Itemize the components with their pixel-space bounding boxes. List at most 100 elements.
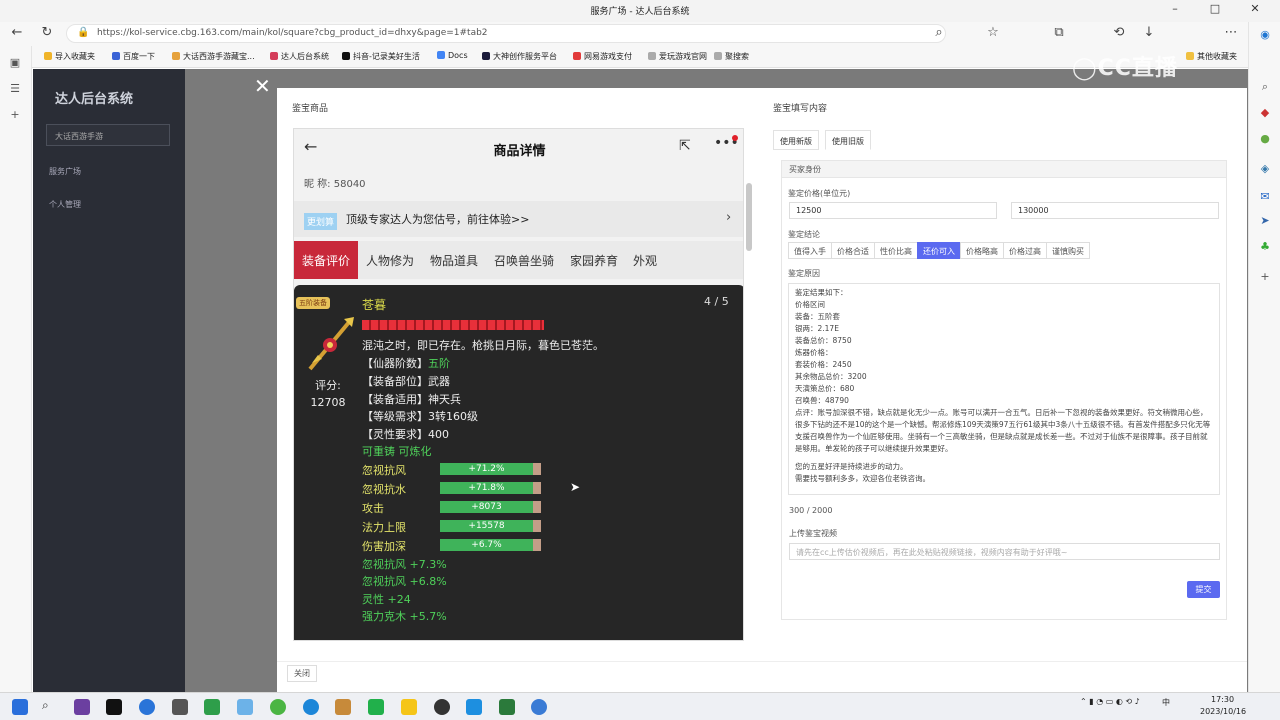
search-sidebar-icon[interactable]: ⌕	[1256, 80, 1274, 94]
bookmark-item[interactable]: 大神创作服务平台	[482, 51, 557, 62]
price-min-input[interactable]: 12500	[789, 202, 997, 219]
item-line: 【装备部位】武器	[362, 375, 450, 388]
outlook-icon[interactable]: ✉	[1256, 190, 1274, 203]
conclusion-option[interactable]: 价格过高	[1003, 242, 1047, 259]
games-icon[interactable]: ●	[1256, 132, 1274, 145]
tab-new-version[interactable]: 使用新版	[773, 130, 819, 150]
app-icon[interactable]	[466, 699, 482, 715]
tab-items[interactable]: 物品道具	[430, 252, 478, 269]
sidebar-item-service-square[interactable]: 服务广场	[49, 166, 81, 177]
price-max-input[interactable]: 130000	[1011, 202, 1219, 219]
close-button[interactable]: 关闭	[287, 665, 317, 682]
input-language[interactable]: 中	[1162, 697, 1170, 708]
app-icon[interactable]	[401, 699, 417, 715]
back-icon[interactable]: ←	[8, 25, 26, 40]
add-icon[interactable]: +	[6, 108, 24, 121]
item-line: 【装备适用】神天兵	[362, 393, 461, 406]
bookmark-item[interactable]: 聚搜索	[714, 51, 749, 62]
send-icon[interactable]: ➤	[1256, 214, 1274, 227]
tab-old-version[interactable]: 使用旧版	[825, 130, 871, 150]
share-icon[interactable]: ⇱	[679, 138, 691, 154]
add-sidebar-icon[interactable]: +	[1256, 270, 1274, 283]
conclusion-option[interactable]: 谨慎购买	[1046, 242, 1090, 259]
bookmark-item[interactable]: 大话西游手游藏宝...	[172, 51, 255, 62]
tab-home[interactable]: 家园养育	[570, 252, 618, 269]
start-icon[interactable]	[12, 699, 28, 715]
product-preview[interactable]: ← 商品详情 ⇱ ••• 昵 称: 58040 更划算 顶级专家达人为您估号，前…	[293, 128, 744, 641]
video-link-input[interactable]: 请先在cc上传估价视频后，再在此处粘贴视频链接，视频内容有助于好评哦~	[789, 543, 1220, 560]
close-window-icon[interactable]: ✕	[1240, 2, 1270, 15]
bookmark-item[interactable]: 爱玩游戏官网	[648, 51, 707, 62]
bookmark-item[interactable]: 抖音-记录美好生活	[342, 51, 420, 62]
bookmark-item[interactable]: 网易游戏支付	[573, 51, 632, 62]
minimize-icon[interactable]: –	[1160, 2, 1190, 15]
wechat-icon[interactable]	[368, 699, 384, 715]
conclusion-option[interactable]: 价格略高	[960, 242, 1004, 259]
conclusion-option[interactable]: 价格合适	[831, 242, 875, 259]
tab-pets[interactable]: 召唤兽坐骑	[494, 252, 554, 269]
url-input[interactable]: 🔒 https://kol-service.cbg.163.com/main/k…	[66, 24, 946, 43]
app-icon[interactable]	[499, 699, 515, 715]
clock-date[interactable]: 2023/10/16	[1200, 707, 1246, 716]
dialog-close-icon[interactable]: ✕	[254, 74, 271, 98]
browser-right-rail: ◉ ⌕ ◆ ● ◈ ✉ ➤ ♣ +	[1248, 22, 1280, 692]
edge-icon[interactable]	[303, 699, 319, 715]
video-label: 上传鉴宝视频	[789, 529, 837, 538]
tree-icon[interactable]: ♣	[1256, 240, 1274, 253]
app-icon[interactable]	[434, 699, 450, 715]
expert-banner[interactable]: 更划算 顶级专家达人为您估号，前往体验>> ›	[294, 201, 743, 237]
split-screen-icon[interactable]: ⧉	[1050, 25, 1068, 40]
clock-time[interactable]: 17:30	[1211, 695, 1234, 704]
reason-textarea[interactable]: 鉴定结果如下： 价格区间 装备：五阶套 银两：2.17E 装备总价：8750 炼…	[788, 283, 1220, 495]
char-count: 300 / 2000	[789, 506, 833, 515]
app-icon[interactable]	[237, 699, 253, 715]
tab-character[interactable]: 人物修为	[366, 252, 414, 269]
cc-watermark: ◯CC直播	[1072, 56, 1178, 81]
copilot-icon[interactable]: ◉	[1256, 28, 1274, 41]
bookmark-item[interactable]: 达人后台系统	[270, 51, 329, 62]
item-score: 评分: 12708	[304, 377, 352, 411]
app-icon[interactable]	[139, 699, 155, 715]
tab-actions-icon[interactable]: ▣	[6, 56, 24, 69]
tiktok-icon[interactable]	[106, 699, 122, 715]
history-icon[interactable]: ⟲	[1110, 25, 1128, 40]
conclusion-option[interactable]: 性价比高	[874, 242, 918, 259]
app-icon[interactable]	[531, 699, 547, 715]
tab-equipment[interactable]: 装备评价	[294, 241, 358, 279]
conclusion-option-selected[interactable]: 还价可入	[917, 242, 961, 259]
refresh-icon[interactable]: ↻	[38, 25, 56, 40]
menu-icon[interactable]: ⋯	[1222, 25, 1240, 40]
game-icon[interactable]	[335, 699, 351, 715]
search-taskbar-icon[interactable]: ⌕	[42, 698, 49, 713]
app-icon[interactable]	[74, 699, 90, 715]
taskbar: ⌕ ⌃ ▮ ◔ ▭ ◐ ⟲ ♪ 中 17:30 2023/10/16	[0, 692, 1280, 720]
bookmark-item[interactable]: 百度一下	[112, 51, 155, 62]
conclusion-option[interactable]: 值得入手	[788, 242, 832, 259]
preview-scrollbar[interactable]	[746, 183, 752, 251]
search-icon[interactable]: ⌕	[930, 25, 948, 40]
calculator-icon[interactable]	[172, 699, 188, 715]
tray-icons[interactable]: ⌃ ▮ ◔ ▭ ◐ ⟲ ♪	[1080, 697, 1140, 706]
item-line: 【仙器阶数】五阶	[362, 357, 450, 370]
maximize-icon[interactable]: □	[1200, 2, 1230, 15]
mouse-cursor-icon: ➤	[570, 480, 581, 494]
reason-label: 鉴定原因	[788, 269, 820, 278]
bookmark-item[interactable]: Docs	[437, 51, 468, 60]
weapon-icon	[308, 317, 354, 371]
office-icon[interactable]: ◈	[1256, 162, 1274, 175]
app-icon[interactable]	[204, 699, 220, 715]
bookmark-item[interactable]: 导入收藏夹	[44, 51, 95, 62]
tab-appearance[interactable]: 外观	[633, 252, 657, 269]
game-select[interactable]: 大话西游手游	[46, 124, 170, 146]
workspaces-icon[interactable]: ☰	[6, 82, 24, 95]
download-icon[interactable]: ↓	[1140, 25, 1158, 40]
submit-button[interactable]: 提交	[1187, 581, 1220, 598]
attr-name: 法力上限	[362, 521, 406, 534]
preview-title: 商品详情	[493, 144, 546, 159]
favorite-icon[interactable]: ☆	[984, 25, 1002, 40]
app-icon[interactable]	[270, 699, 286, 715]
sidebar-item-personal[interactable]: 个人管理	[49, 199, 81, 210]
tools-icon[interactable]: ◆	[1256, 106, 1274, 119]
preview-tabs: 装备评价 人物修为 物品道具 召唤兽坐骑 家园养育 外观	[294, 241, 743, 279]
bookmark-other[interactable]: 其他收藏夹	[1186, 51, 1237, 62]
